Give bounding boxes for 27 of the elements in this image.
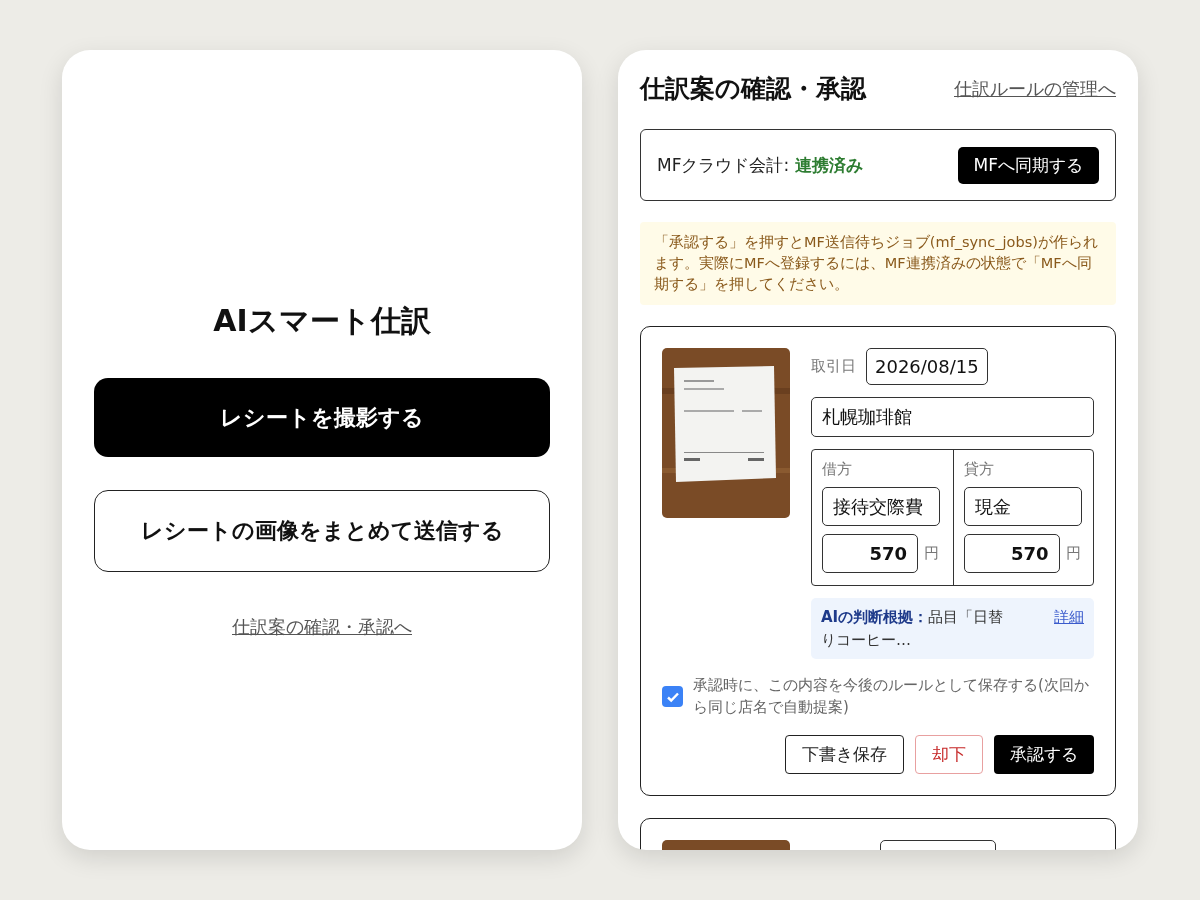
date-label: 取引日	[811, 357, 856, 377]
notice-text: 「承認する」を押すとMF送信待ちジョブ(mf_sync_jobs)が作られます。実際にMFへ登録するには、MF連携済みの状態で「MFへ同期する」を押してください。	[640, 222, 1116, 306]
integration-status: MFクラウド会計: 連携済み	[657, 153, 863, 177]
account-field[interactable]: 接待交際費	[822, 487, 940, 527]
approve-button[interactable]: 承認する	[994, 734, 1094, 774]
save-rule-label: 承認時に、この内容を今後のルールとして保存する(次回から同じ店名で自動提案)	[693, 675, 1090, 718]
review-link[interactable]: 仕訳案の確認・承認へ	[232, 615, 412, 639]
date-field[interactable]: 2026/08/15	[866, 348, 988, 386]
capture-button[interactable]: レシートを撮影する	[94, 378, 550, 457]
reject-button[interactable]: 却下	[915, 734, 983, 774]
account-field[interactable]: 現金	[963, 487, 1082, 527]
store-field[interactable]: 札幌珈琲館	[811, 397, 1094, 438]
draft-button[interactable]: 下書き保存	[785, 734, 904, 774]
credit-label: 貸方	[963, 460, 995, 480]
amount-field[interactable]: 570	[822, 534, 918, 574]
upload-button[interactable]: レシートの画像をまとめて送信する	[94, 490, 550, 572]
unit-label: 円	[924, 544, 939, 564]
amount-field[interactable]: 570	[963, 534, 1060, 574]
app-title: AIスマート仕訳	[213, 302, 431, 340]
page-title: 仕訳案の確認・承認	[640, 73, 866, 105]
debit-label: 借方	[822, 460, 853, 480]
unit-label: 円	[1065, 544, 1081, 564]
rules-link[interactable]: 仕訳ルールの管理へ	[954, 76, 1116, 101]
ai-reason-text: AIの判断根拠：品目「日替りコーヒー…	[821, 607, 1005, 651]
details-link[interactable]: 詳細	[1054, 606, 1084, 652]
checkbox[interactable]	[662, 686, 683, 708]
sync-button[interactable]: MFへ同期する	[957, 146, 1099, 184]
